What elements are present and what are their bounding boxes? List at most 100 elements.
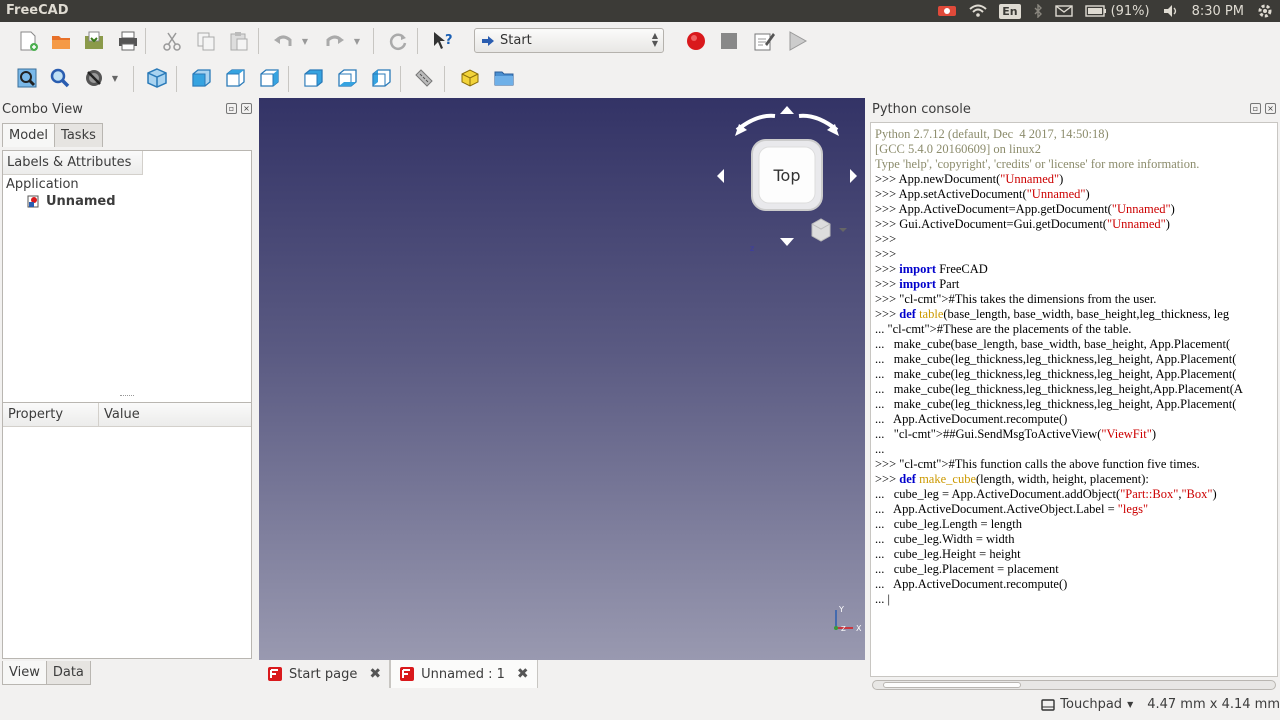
tab-start-page[interactable]: Start page ✖ <box>259 660 391 688</box>
main-toolbar: ▼ ▼ ? Start ▲ ▼ <box>0 22 1280 60</box>
draw-style-dropdown-icon[interactable]: ▼ <box>108 63 122 93</box>
arrow-right-icon <box>850 169 857 183</box>
navigation-style-selector[interactable]: Touchpad ▼ <box>1041 697 1133 712</box>
console-line: Python 2.7.12 (default, Dec 4 2017, 14:5… <box>875 127 1109 141</box>
close-panel-icon[interactable]: × <box>1265 103 1276 114</box>
volume-icon[interactable] <box>1156 0 1186 22</box>
run-macro-icon[interactable] <box>782 26 812 56</box>
svg-text:Z: Z <box>841 625 846 633</box>
3d-viewport[interactable]: z Y X Z Top <box>259 98 865 660</box>
freecad-icon <box>400 667 415 681</box>
tree-column-header[interactable]: Labels & Attributes <box>3 151 143 175</box>
right-view-icon[interactable] <box>254 63 284 93</box>
workbench-select[interactable]: Start ▲ ▼ <box>474 28 664 53</box>
console-line: ... App.ActiveDocument.ActiveObject.Labe… <box>875 502 1149 516</box>
rear-view-icon[interactable] <box>298 63 328 93</box>
console-line: ... App.ActiveDocument.recompute() <box>875 412 1068 426</box>
fit-all-icon[interactable] <box>12 63 42 93</box>
print-icon[interactable] <box>113 26 143 56</box>
bottom-view-icon[interactable] <box>332 63 362 93</box>
tab-unnamed[interactable]: Unnamed : 1 ✖ <box>390 660 538 688</box>
undo-icon[interactable] <box>268 26 298 56</box>
wifi-icon[interactable] <box>963 0 993 22</box>
new-document-icon[interactable] <box>13 26 43 56</box>
clock[interactable]: 8:30 PM <box>1186 0 1250 22</box>
console-line: >>> <box>875 232 900 246</box>
bluetooth-icon[interactable] <box>1027 0 1049 22</box>
console-line: ... make_cube(leg_thickness,leg_thicknes… <box>875 352 1237 366</box>
isometric-view-icon[interactable] <box>142 63 172 93</box>
navcube-top-face[interactable]: Top <box>759 166 815 185</box>
part-icon[interactable] <box>455 63 485 93</box>
stop-macro-icon[interactable] <box>714 26 744 56</box>
record-icon[interactable] <box>931 0 963 22</box>
console-line: ... make_cube(leg_thickness,leg_thicknes… <box>875 397 1237 411</box>
battery-icon <box>1084 5 1106 17</box>
console-line: >>> "cl-cmt">#This function calls the ab… <box>875 457 1200 471</box>
chevron-down-icon: ▼ <box>1127 700 1134 709</box>
top-view-icon[interactable] <box>220 63 250 93</box>
combo-view-panel: Combo View ▫ × Model Tasks Labels & Attr… <box>0 98 256 688</box>
document-icon <box>27 195 39 208</box>
tab-tasks[interactable]: Tasks <box>54 123 103 147</box>
tree-item-application[interactable]: Application <box>6 177 79 192</box>
arrow-left-icon <box>717 169 724 183</box>
splitter-handle[interactable] <box>120 395 134 398</box>
tab-view[interactable]: View <box>2 661 47 685</box>
front-view-icon[interactable] <box>186 63 216 93</box>
draw-style-icon[interactable] <box>79 63 109 93</box>
console-line: [GCC 5.4.0 20160609] on linux2 <box>875 142 1041 156</box>
keyboard-language[interactable]: En <box>993 0 1026 22</box>
arrow-down-icon <box>780 238 794 246</box>
console-line: Type 'help', 'copyright', 'credits' or '… <box>875 157 1200 171</box>
property-column-header[interactable]: Property <box>3 403 99 426</box>
close-tab-icon[interactable]: ✖ <box>517 666 529 682</box>
horizontal-scrollbar[interactable] <box>872 680 1276 690</box>
console-line: ... make_cube(leg_thickness,leg_thicknes… <box>875 382 1243 396</box>
python-console-output[interactable]: Python 2.7.12 (default, Dec 4 2017, 14:5… <box>870 122 1278 677</box>
console-line: ... cube_leg.Length = length <box>875 517 1022 531</box>
float-panel-icon[interactable]: ▫ <box>226 103 237 114</box>
redo-dropdown-icon[interactable]: ▼ <box>350 26 364 56</box>
svg-text:?: ? <box>445 33 453 48</box>
cut-icon[interactable] <box>157 26 187 56</box>
console-line: >>> import FreeCAD <box>875 262 988 276</box>
record-macro-icon[interactable] <box>681 26 711 56</box>
python-console-panel: Python console ▫ × Python 2.7.12 (defaul… <box>866 98 1280 690</box>
touchpad-icon <box>1041 698 1055 711</box>
value-column-header[interactable]: Value <box>99 403 251 426</box>
settings-gear-icon[interactable] <box>1250 0 1280 22</box>
save-icon[interactable] <box>79 26 109 56</box>
group-folder-icon[interactable] <box>489 63 519 93</box>
undo-dropdown-icon[interactable]: ▼ <box>298 26 312 56</box>
mail-icon[interactable] <box>1049 0 1079 22</box>
close-tab-icon[interactable]: ✖ <box>369 666 381 682</box>
fit-selection-icon[interactable] <box>45 63 75 93</box>
tree-item-document[interactable]: Unnamed <box>27 194 116 209</box>
svg-text:X: X <box>856 624 862 633</box>
view-toolbar: ▼ <box>0 60 1280 98</box>
status-bar: Touchpad ▼ 4.47 mm x 4.14 mm <box>0 690 1280 720</box>
float-panel-icon[interactable]: ▫ <box>1250 103 1261 114</box>
scrollbar-thumb[interactable] <box>883 682 1021 688</box>
console-line: >>> Gui.ActiveDocument=Gui.getDocument("… <box>875 217 1170 231</box>
battery-indicator[interactable]: (91%) <box>1079 0 1156 22</box>
whats-this-icon[interactable]: ? <box>428 26 458 56</box>
app-title: FreeCAD <box>6 3 69 18</box>
measure-distance-icon[interactable] <box>409 63 439 93</box>
redo-icon[interactable] <box>320 26 350 56</box>
tab-data[interactable]: Data <box>45 661 91 685</box>
open-folder-icon[interactable] <box>46 26 76 56</box>
arrow-right-icon <box>482 35 494 46</box>
paste-icon[interactable] <box>224 26 254 56</box>
property-editor: Property Value <box>2 402 252 659</box>
left-view-icon[interactable] <box>366 63 396 93</box>
close-panel-icon[interactable]: × <box>241 103 252 114</box>
console-line: >>> <box>875 247 900 261</box>
tab-model[interactable]: Model <box>2 123 56 147</box>
console-line: >>> import Part <box>875 277 960 291</box>
console-line: >>> App.setActiveDocument("Unnamed") <box>875 187 1090 201</box>
edit-macro-icon[interactable] <box>749 26 779 56</box>
copy-icon[interactable] <box>191 26 221 56</box>
refresh-icon[interactable] <box>383 26 413 56</box>
